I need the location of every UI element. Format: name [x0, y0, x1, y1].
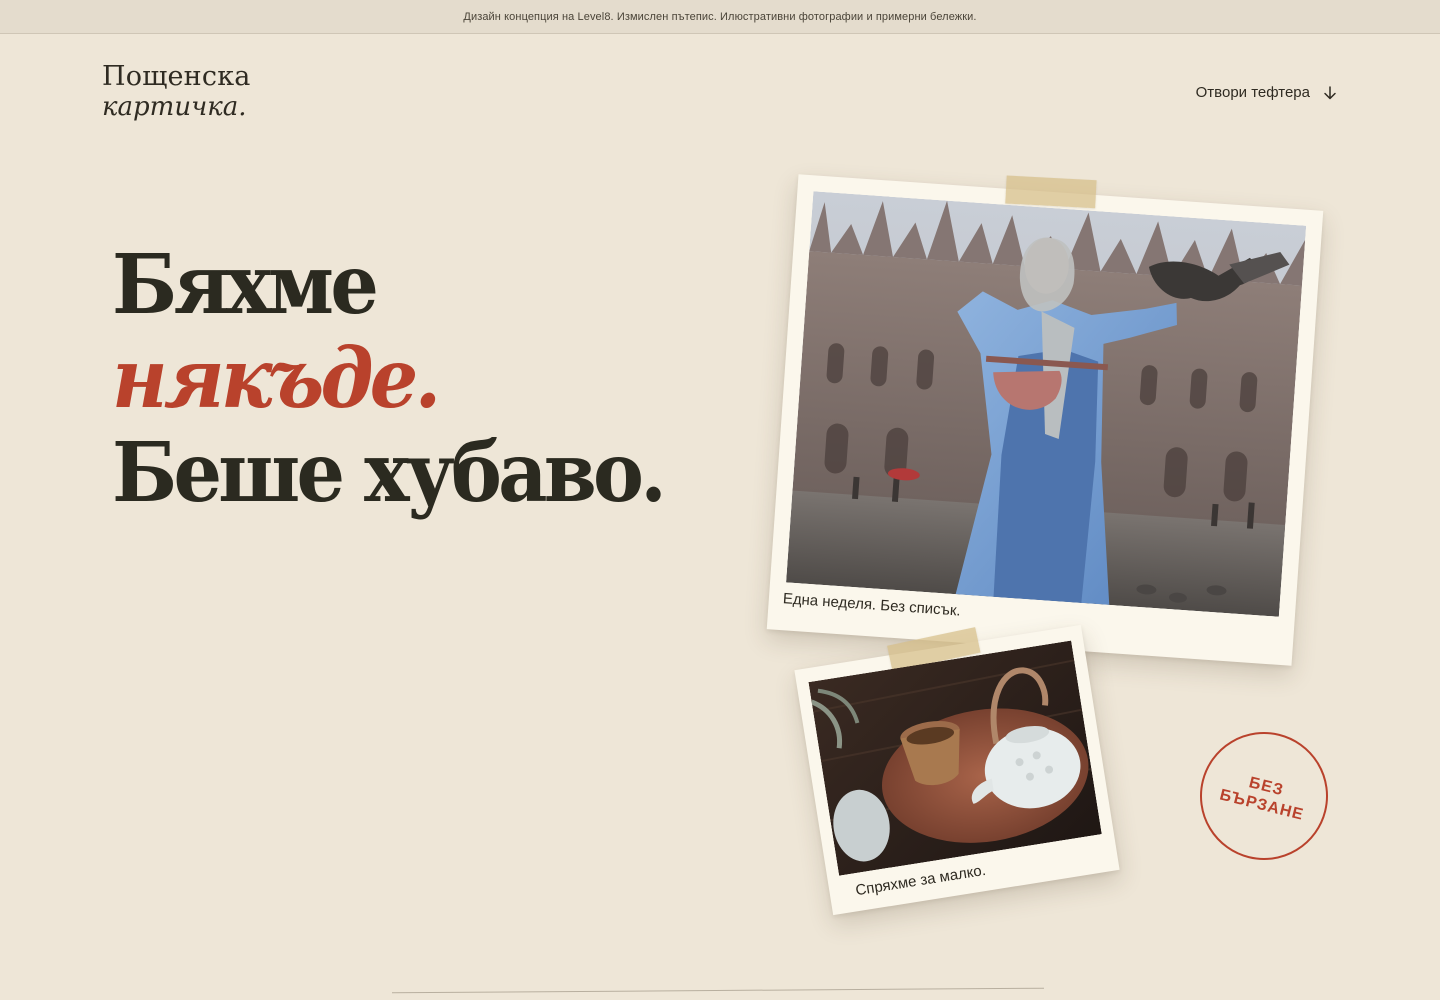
logo-line-1: Пощенска: [102, 61, 251, 92]
logo-line-2: картичка.: [102, 92, 247, 122]
hero-line-2: някъде.: [112, 331, 441, 427]
postcard-photo-cathedral[interactable]: Една неделя. Без списък.: [766, 174, 1324, 666]
arrow-down-icon: [1322, 85, 1338, 101]
banner-text: Дизайн концепция на Level8. Измислен път…: [463, 10, 977, 23]
postcard-caption: Една неделя. Без списък.: [782, 590, 962, 620]
section-divider: [392, 987, 1044, 994]
postcard-photo-tea[interactable]: Спряхме за малко.: [794, 624, 1120, 916]
hero-line-1: Бяхме: [112, 237, 379, 333]
photo-tea-set: [808, 640, 1102, 876]
tape-strip: [1005, 175, 1097, 209]
no-rush-stamp: БЕЗ БЪРЗАНЕ: [1186, 718, 1342, 874]
photo-woman-at-cathedral: [786, 191, 1307, 617]
hero-line-3: Беше хубаво.: [112, 425, 667, 521]
top-banner: Дизайн концепция на Level8. Измислен път…: [0, 0, 1440, 34]
site-logo[interactable]: Пощенска картичка.: [102, 61, 251, 123]
hero-headline: Бяхме някъде. Беше хубаво.: [112, 238, 705, 520]
open-notebook-link[interactable]: Отвори тефтера: [1196, 84, 1338, 101]
open-notebook-label: Отвори тефтера: [1195, 84, 1310, 101]
